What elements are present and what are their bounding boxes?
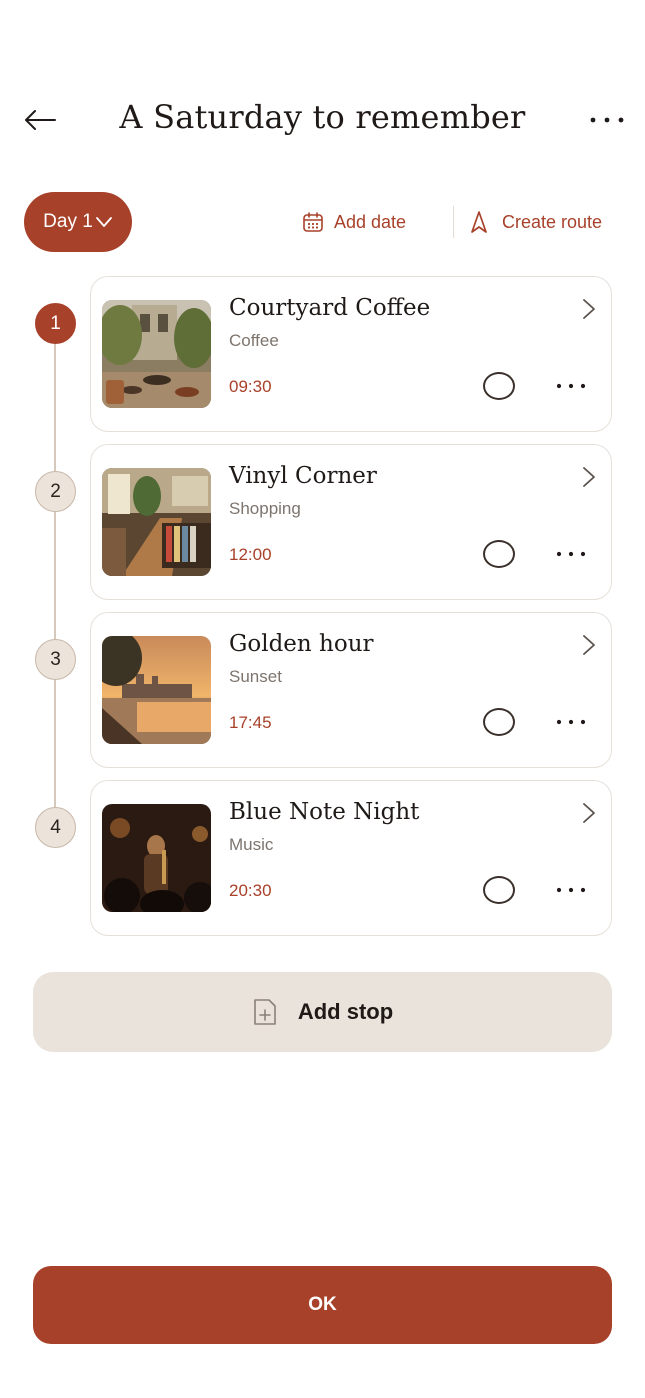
create-route-button[interactable]: Create route [470, 208, 602, 236]
stop-card-blue-note-night[interactable]: Blue Note Night Music 20:30 [90, 780, 612, 936]
stop-category: Music [229, 835, 274, 854]
stop-category: Coffee [229, 331, 279, 350]
more-horizontal-icon [590, 117, 624, 123]
stop-name: Golden hour [229, 631, 374, 657]
more-horizontal-icon [556, 887, 586, 893]
more-horizontal-icon [556, 383, 586, 389]
completion-toggle[interactable] [483, 876, 515, 904]
toolbar-divider [453, 206, 454, 238]
stop-time: 12:00 [229, 545, 272, 564]
stop-number: 3 [35, 639, 76, 680]
create-route-label: Create route [502, 211, 603, 232]
stop-number: 2 [35, 471, 76, 512]
calendar-icon [303, 212, 323, 232]
completion-toggle[interactable] [483, 708, 515, 736]
chevron-down-icon [95, 217, 112, 227]
back-button[interactable] [20, 100, 60, 140]
add-date-button[interactable]: Add date [302, 208, 406, 236]
navigation-arrow-icon [471, 211, 487, 233]
day-label: Day 1 [43, 211, 93, 232]
more-horizontal-icon [556, 719, 586, 725]
more-horizontal-icon [556, 551, 586, 557]
stop-thumbnail [102, 468, 211, 576]
stop-name: Vinyl Corner [229, 463, 377, 489]
add-document-icon [254, 999, 276, 1025]
chevron-right-icon [577, 801, 601, 825]
more-options-button[interactable] [587, 100, 627, 140]
chevron-right-icon [577, 297, 601, 321]
stop-number: 4 [35, 807, 76, 848]
stop-category: Sunset [229, 667, 282, 686]
stop-more-button[interactable] [551, 879, 591, 901]
stop-time: 09:30 [229, 377, 272, 396]
chevron-right-icon [577, 465, 601, 489]
stop-name: Blue Note Night [229, 799, 420, 825]
stop-name: Courtyard Coffee [229, 295, 431, 321]
header: A Saturday to remember [0, 0, 645, 170]
timeline-line [54, 324, 56, 828]
ok-button[interactable]: OK [33, 1266, 612, 1344]
stop-thumbnail [102, 804, 211, 912]
add-stop-button[interactable]: Add stop [33, 972, 612, 1052]
stop-number: 1 [35, 303, 76, 344]
day-selector[interactable]: Day 1 [24, 192, 132, 252]
toolbar: Day 1 Add date Create route [0, 192, 645, 252]
stop-thumbnail [102, 636, 211, 744]
chevron-right-icon [577, 633, 601, 657]
stop-card-courtyard-coffee[interactable]: Courtyard Coffee Coffee 09:30 [90, 276, 612, 432]
stop-time: 20:30 [229, 881, 272, 900]
stop-thumbnail [102, 300, 211, 408]
stop-time: 17:45 [229, 713, 272, 732]
stop-more-button[interactable] [551, 711, 591, 733]
stop-more-button[interactable] [551, 375, 591, 397]
stop-card-vinyl-corner[interactable]: Vinyl Corner Shopping 12:00 [90, 444, 612, 600]
add-stop-label: Add stop [297, 999, 394, 1024]
stop-card-golden-hour[interactable]: Golden hour Sunset 17:45 [90, 612, 612, 768]
page-title: A Saturday to remember [119, 98, 526, 136]
completion-toggle[interactable] [483, 540, 515, 568]
completion-toggle[interactable] [483, 372, 515, 400]
stop-more-button[interactable] [551, 543, 591, 565]
add-date-label: Add date [334, 211, 407, 232]
arrow-left-icon [25, 110, 56, 130]
stop-category: Shopping [229, 499, 301, 518]
